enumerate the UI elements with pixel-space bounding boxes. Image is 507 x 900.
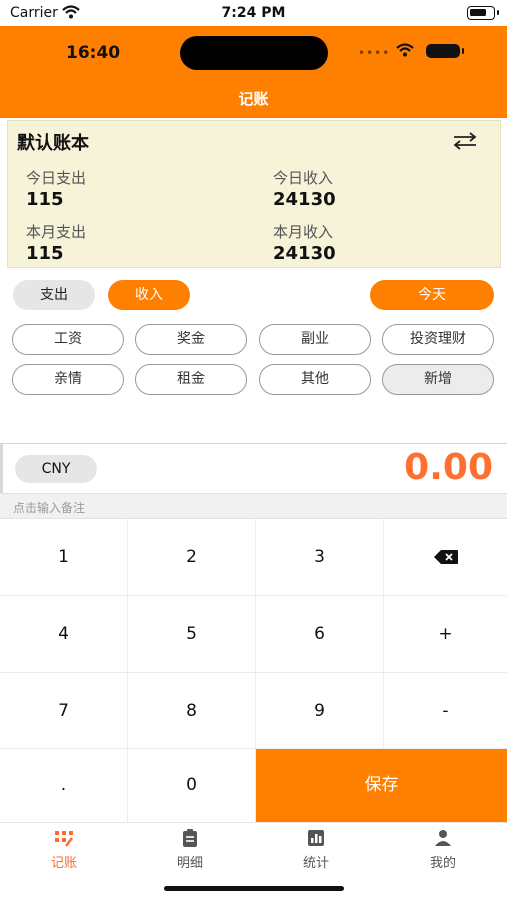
key-2[interactable]: 2 [128,519,256,596]
key-1[interactable]: 1 [0,519,128,596]
category-chip[interactable]: 副业 [259,324,371,355]
device-time: 16:40 [66,43,121,63]
key-dot[interactable]: . [0,749,128,822]
today-income-label: 今日收入 [273,169,334,187]
today-expense-value: 115 [26,189,64,210]
add-category-button[interactable]: 新增 [382,364,494,395]
app-header: 16:40 •••• 记账 [0,26,507,118]
key-5[interactable]: 5 [128,596,256,673]
device-battery-icon [426,44,464,58]
battery-icon [467,6,499,20]
key-4[interactable]: 4 [0,596,128,673]
category-chip[interactable]: 亲情 [12,364,124,395]
category-chip[interactable]: 租金 [135,364,247,395]
tab-profile[interactable]: 我的 [380,829,506,871]
save-button[interactable]: 保存 [256,749,507,822]
account-book-card: 默认账本 今日支出 115 今日收入 24130 本月支出 115 本月收入 2… [7,120,501,268]
income-tab[interactable]: 收入 [108,280,190,310]
status-bar: Carrier 7:24 PM [0,0,507,26]
key-7[interactable]: 7 [0,673,128,749]
amount-display: 0.00 [404,447,493,488]
key-minus[interactable]: - [384,673,507,749]
today-income-value: 24130 [273,189,336,210]
month-income-value: 24130 [273,243,336,264]
key-6[interactable]: 6 [256,596,384,673]
tab-statistics[interactable]: 统计 [253,829,379,871]
category-chip[interactable]: 工资 [12,324,124,355]
swap-book-icon[interactable] [452,131,478,151]
backspace-icon [433,550,458,564]
keypad: 1 2 3 4 5 6 + 7 8 9 - . 0 保存 [0,519,507,822]
month-expense-value: 115 [26,243,64,264]
month-expense-label: 本月支出 [26,223,87,241]
category-chip[interactable]: 其他 [259,364,371,395]
date-button[interactable]: 今天 [370,280,494,310]
today-expense-label: 今日支出 [26,169,87,187]
ledger-icon [55,831,73,847]
signal-dots-icon: •••• [358,46,391,60]
tab-label: 记账 [50,856,77,871]
key-8[interactable]: 8 [128,673,256,749]
dynamic-island [180,36,328,70]
tab-details[interactable]: 明细 [127,829,253,871]
category-chip[interactable]: 奖金 [135,324,247,355]
expense-tab[interactable]: 支出 [13,280,95,310]
currency-button[interactable]: CNY [15,455,97,483]
key-0[interactable]: 0 [128,749,256,822]
tab-label: 我的 [429,856,456,871]
category-chip[interactable]: 投资理财 [382,324,494,355]
home-indicator[interactable] [164,886,344,891]
key-3[interactable]: 3 [256,519,384,596]
key-9[interactable]: 9 [256,673,384,749]
amount-row: CNY 0.00 [0,443,507,493]
clipboard-icon [183,829,197,847]
bar-chart-icon [308,830,324,846]
tab-label: 统计 [302,856,329,871]
note-input[interactable]: 点击输入备注 [0,493,507,519]
status-time: 7:24 PM [221,5,286,21]
tab-ledger[interactable]: 记账 [1,829,127,871]
device-wifi-icon [396,43,414,57]
person-icon [435,830,451,846]
backspace-key[interactable] [384,519,507,596]
page-title: 记账 [238,90,269,108]
note-placeholder: 点击输入备注 [13,501,86,515]
book-name: 默认账本 [17,133,89,154]
key-plus[interactable]: + [384,596,507,673]
month-income-label: 本月收入 [273,223,334,241]
tab-label: 明细 [176,856,203,871]
